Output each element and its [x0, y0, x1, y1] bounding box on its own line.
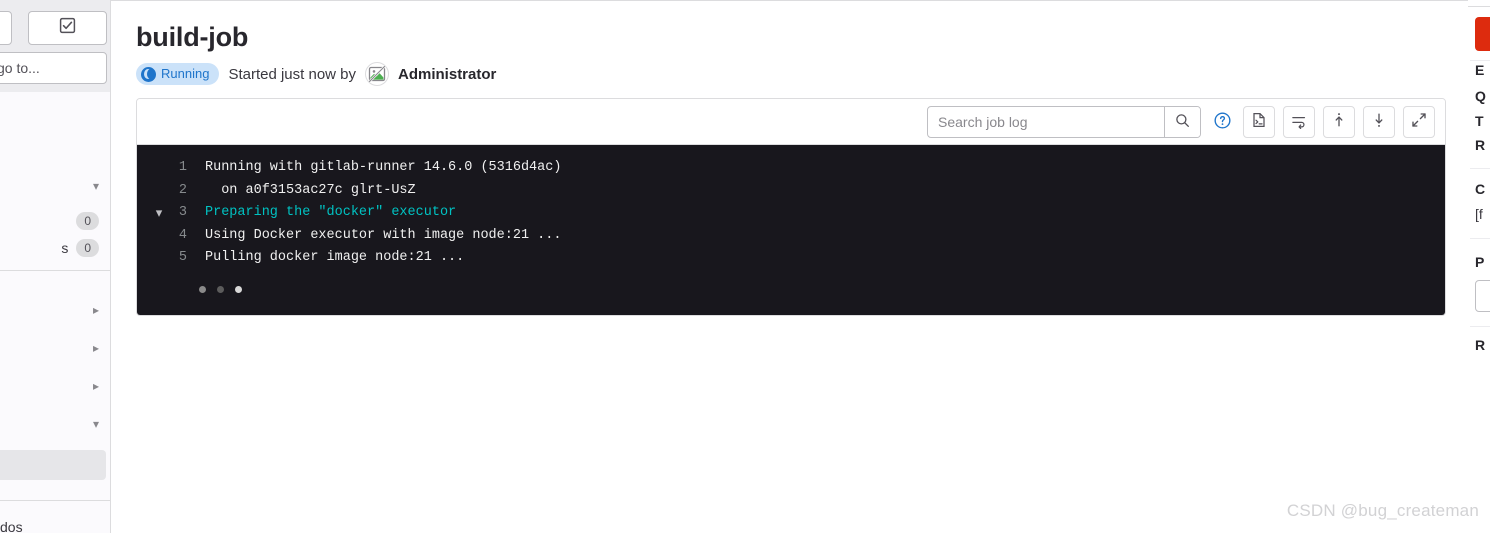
broken-image-avatar-icon	[367, 64, 387, 84]
sidebar-item-issues[interactable]: 0	[0, 207, 110, 234]
page-title: build-job	[136, 22, 249, 52]
main-content: build-job Running Started just now by Ad…	[111, 0, 1490, 533]
sidebar-section-toggle[interactable]: ▾	[0, 172, 110, 199]
right-sidebar-label: R	[1475, 337, 1486, 353]
log-line-number[interactable]: 1	[137, 157, 193, 180]
sidebar-group-code[interactable]: ▸	[0, 367, 110, 405]
job-user-name: Administrator	[398, 65, 497, 83]
search-submit-button[interactable]	[1164, 106, 1200, 137]
log-line: 5 Pulling docker image node:21 ...	[137, 247, 1445, 270]
right-sidebar-label: C	[1475, 181, 1486, 197]
log-line-text: on a0f3153ac27c glrt-UsZ	[205, 182, 416, 198]
running-spinner-icon	[141, 66, 156, 82]
sidebar-divider	[0, 270, 110, 271]
status-badge[interactable]: Running	[136, 63, 220, 85]
loading-dot	[235, 285, 242, 293]
sidebar-nav: ▾ 0 s 0 ▸ ▸ ▸ ▾	[0, 92, 110, 443]
right-sidebar-input[interactable]	[1475, 280, 1490, 312]
sidebar-item-count: 0	[76, 238, 99, 257]
right-sidebar-divider	[1470, 326, 1490, 327]
scroll-to-top-icon	[1331, 112, 1347, 131]
search-input[interactable]	[928, 106, 1164, 137]
job-log-toolbar	[137, 99, 1445, 145]
right-sidebar-label: T	[1475, 113, 1484, 129]
right-sidebar-label: Q	[1475, 88, 1486, 104]
chevron-down-icon[interactable]: ▾	[151, 202, 167, 225]
right-sidebar-divider	[1470, 168, 1490, 169]
right-sidebar-label: P	[1475, 254, 1485, 270]
job-log-output[interactable]: 1 Running with gitlab-runner 14.6.0 (531…	[137, 145, 1445, 315]
cancel-job-button[interactable]	[1475, 17, 1490, 51]
search-icon	[1175, 113, 1190, 131]
sidebar-group-manage[interactable]: ▸	[0, 291, 110, 329]
status-badge-label: Running	[161, 66, 210, 81]
scroll-to-top-button[interactable]	[1323, 105, 1355, 138]
chevron-right-icon: ▸	[92, 379, 99, 393]
log-line-text: Preparing the "docker" executor	[205, 205, 457, 220]
log-line-text: Running with gitlab-runner 14.6.0 (5316d…	[205, 160, 562, 175]
chevron-down-icon: ▾	[92, 417, 99, 431]
log-loading-dots	[137, 270, 1445, 293]
right-sidebar-divider	[1470, 238, 1490, 239]
sidebar-bottom-label: dos	[0, 519, 23, 533]
log-line: 4 Using Docker executor with image node:…	[137, 225, 1445, 248]
chevron-down-icon: ▾	[92, 178, 99, 193]
raw-log-button[interactable]	[1243, 105, 1275, 138]
sidebar-topbar: go to...	[0, 0, 110, 92]
log-line-collapsible-section[interactable]: ▾ 3 Preparing the "docker" executor	[137, 202, 1445, 225]
job-log-page: go to... ▾ 0 s 0 ▸ ▸ ▸ ▾ dos build-job R…	[0, 0, 1490, 533]
right-sidebar-divider	[1470, 60, 1490, 61]
loading-dot	[217, 285, 224, 293]
content-top-border	[111, 0, 1490, 1]
scroll-to-bottom-button[interactable]	[1363, 105, 1395, 138]
job-log-card: 1 Running with gitlab-runner 14.6.0 (531…	[136, 98, 1446, 316]
avatar[interactable]	[365, 62, 390, 86]
log-line-text: Pulling docker image node:21 ...	[205, 250, 465, 265]
log-line-number[interactable]: 2	[137, 180, 193, 203]
sidebar-todos-button[interactable]	[28, 11, 107, 45]
sidebar-item-count: 0	[76, 211, 99, 230]
right-sidebar-value: [f	[1475, 206, 1483, 222]
loading-dot	[199, 285, 206, 293]
job-started-text: Started just now by	[228, 65, 357, 83]
sidebar-item-merge-requests[interactable]: s 0	[0, 234, 110, 261]
sidebar-group-plan[interactable]: ▸	[0, 329, 110, 367]
job-right-sidebar: E Q T R C [f P R	[1468, 0, 1490, 533]
log-line-text: Using Docker executor with image node:21…	[205, 227, 562, 243]
sidebar-group-build[interactable]: ▾	[0, 405, 110, 443]
left-sidebar: go to... ▾ 0 s 0 ▸ ▸ ▸ ▾ dos	[0, 0, 111, 533]
raw-log-icon	[1251, 112, 1267, 131]
checkbox-check-icon	[59, 17, 76, 39]
log-line-number[interactable]: 5	[137, 247, 193, 270]
scroll-to-bottom-icon	[1371, 112, 1387, 131]
sidebar-item-label: s	[61, 239, 69, 256]
search-job-log-wrapper[interactable]	[927, 105, 1201, 138]
sidebar-divider-low	[0, 500, 110, 501]
log-line-number[interactable]: 4	[137, 225, 193, 248]
sidebar-search-placeholder: go to...	[0, 60, 40, 76]
watermark: CSDN @bug_createman	[1286, 501, 1479, 520]
full-screen-icon	[1411, 112, 1427, 131]
help-button[interactable]	[1209, 106, 1235, 138]
full-screen-button[interactable]	[1403, 105, 1435, 138]
sidebar-search-box[interactable]: go to...	[0, 52, 107, 84]
soft-wrap-button[interactable]	[1283, 105, 1315, 138]
log-line: 2 on a0f3153ac27c glrt-UsZ	[137, 180, 1445, 203]
chevron-right-icon: ▸	[92, 303, 99, 317]
soft-wrap-icon	[1291, 112, 1308, 132]
log-line: 1 Running with gitlab-runner 14.6.0 (531…	[137, 157, 1445, 180]
chevron-right-icon: ▸	[92, 341, 99, 355]
right-sidebar-label: E	[1475, 62, 1485, 78]
right-sidebar-top-rule	[1468, 6, 1490, 7]
sidebar-top-button-left[interactable]	[0, 11, 12, 45]
right-sidebar-label: R	[1475, 137, 1486, 153]
job-meta-row: Running Started just now by Administrato…	[136, 62, 496, 86]
help-icon	[1213, 111, 1231, 132]
sidebar-item-jobs-active[interactable]	[0, 450, 106, 480]
